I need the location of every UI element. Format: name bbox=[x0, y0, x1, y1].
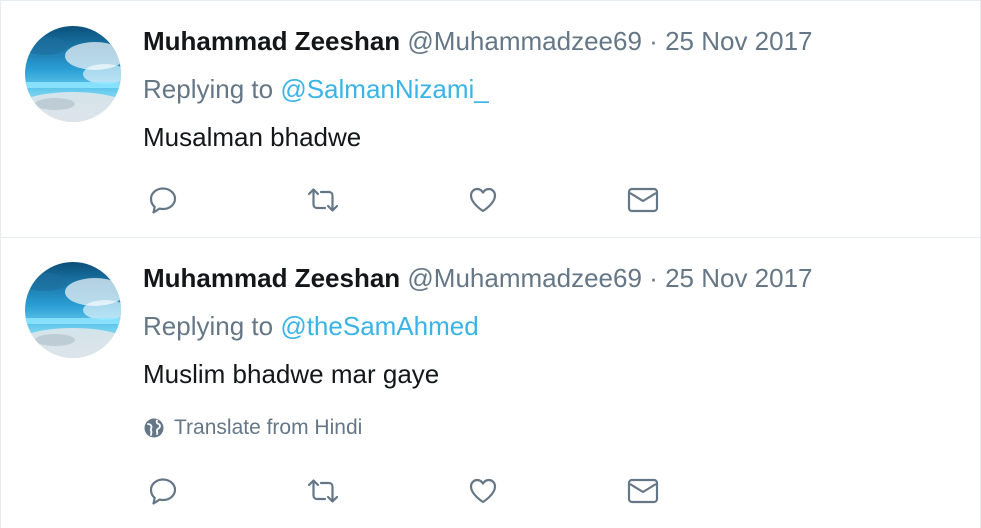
author-handle[interactable]: @Muhammadzee69 bbox=[407, 26, 642, 56]
author-name[interactable]: Muhammad Zeeshan bbox=[143, 26, 400, 56]
tweet-text: Muslim bhadwe mar gaye bbox=[143, 359, 440, 389]
replying-to-label: Replying to bbox=[143, 311, 274, 341]
globe-icon bbox=[144, 418, 164, 438]
tweet-timeline: Muhammad Zeeshan @Muhammadzee69 · 25 Nov… bbox=[0, 0, 981, 528]
author-name[interactable]: Muhammad Zeeshan bbox=[143, 263, 400, 293]
replying-to: Replying to @SalmanNizami_ bbox=[143, 73, 489, 105]
retweet-button[interactable] bbox=[303, 473, 343, 509]
separator-dot: · bbox=[649, 26, 658, 56]
author-handle[interactable]: @Muhammadzee69 bbox=[407, 263, 642, 293]
tweet-text: Musalman bhadwe bbox=[143, 122, 362, 152]
reply-icon bbox=[149, 187, 177, 214]
tweet[interactable]: Muhammad Zeeshan @Muhammadzee69 · 25 Nov… bbox=[1, 0, 980, 237]
retweet-button[interactable] bbox=[303, 182, 343, 218]
avatar-image bbox=[25, 262, 121, 358]
reply-button[interactable] bbox=[143, 182, 183, 218]
tweet-timestamp[interactable]: 25 Nov 2017 bbox=[665, 26, 812, 56]
direct-message-button[interactable] bbox=[623, 182, 663, 218]
separator-dot: · bbox=[649, 263, 658, 293]
avatar[interactable] bbox=[25, 262, 121, 358]
avatar-image bbox=[25, 26, 121, 122]
like-button[interactable] bbox=[463, 473, 503, 509]
avatar[interactable] bbox=[25, 26, 121, 122]
tweet[interactable]: Muhammad Zeeshan @Muhammadzee69 · 25 Nov… bbox=[1, 237, 980, 528]
retweet-icon bbox=[307, 188, 339, 212]
tweet-header: Muhammad Zeeshan @Muhammadzee69 · 25 Nov… bbox=[143, 262, 813, 294]
heart-icon bbox=[469, 187, 497, 213]
direct-message-button[interactable] bbox=[623, 473, 663, 509]
translate-label[interactable]: Translate from Hindi bbox=[174, 415, 362, 441]
heart-icon bbox=[469, 478, 497, 504]
tweet-header: Muhammad Zeeshan @Muhammadzee69 · 25 Nov… bbox=[143, 25, 813, 57]
replying-to-label: Replying to bbox=[143, 74, 274, 104]
like-button[interactable] bbox=[463, 182, 503, 218]
replying-to: Replying to @theSamAhmed bbox=[143, 310, 479, 342]
tweet-actions bbox=[143, 182, 703, 218]
envelope-icon bbox=[627, 478, 659, 504]
replying-to-link[interactable]: @SalmanNizami_ bbox=[280, 74, 488, 104]
retweet-icon bbox=[307, 479, 339, 503]
tweet-actions bbox=[143, 473, 703, 509]
reply-button[interactable] bbox=[143, 473, 183, 509]
replying-to-link[interactable]: @theSamAhmed bbox=[280, 311, 478, 341]
tweet-timestamp[interactable]: 25 Nov 2017 bbox=[665, 263, 812, 293]
reply-icon bbox=[149, 478, 177, 505]
envelope-icon bbox=[627, 187, 659, 213]
translate-link[interactable]: Translate from Hindi bbox=[143, 415, 362, 441]
